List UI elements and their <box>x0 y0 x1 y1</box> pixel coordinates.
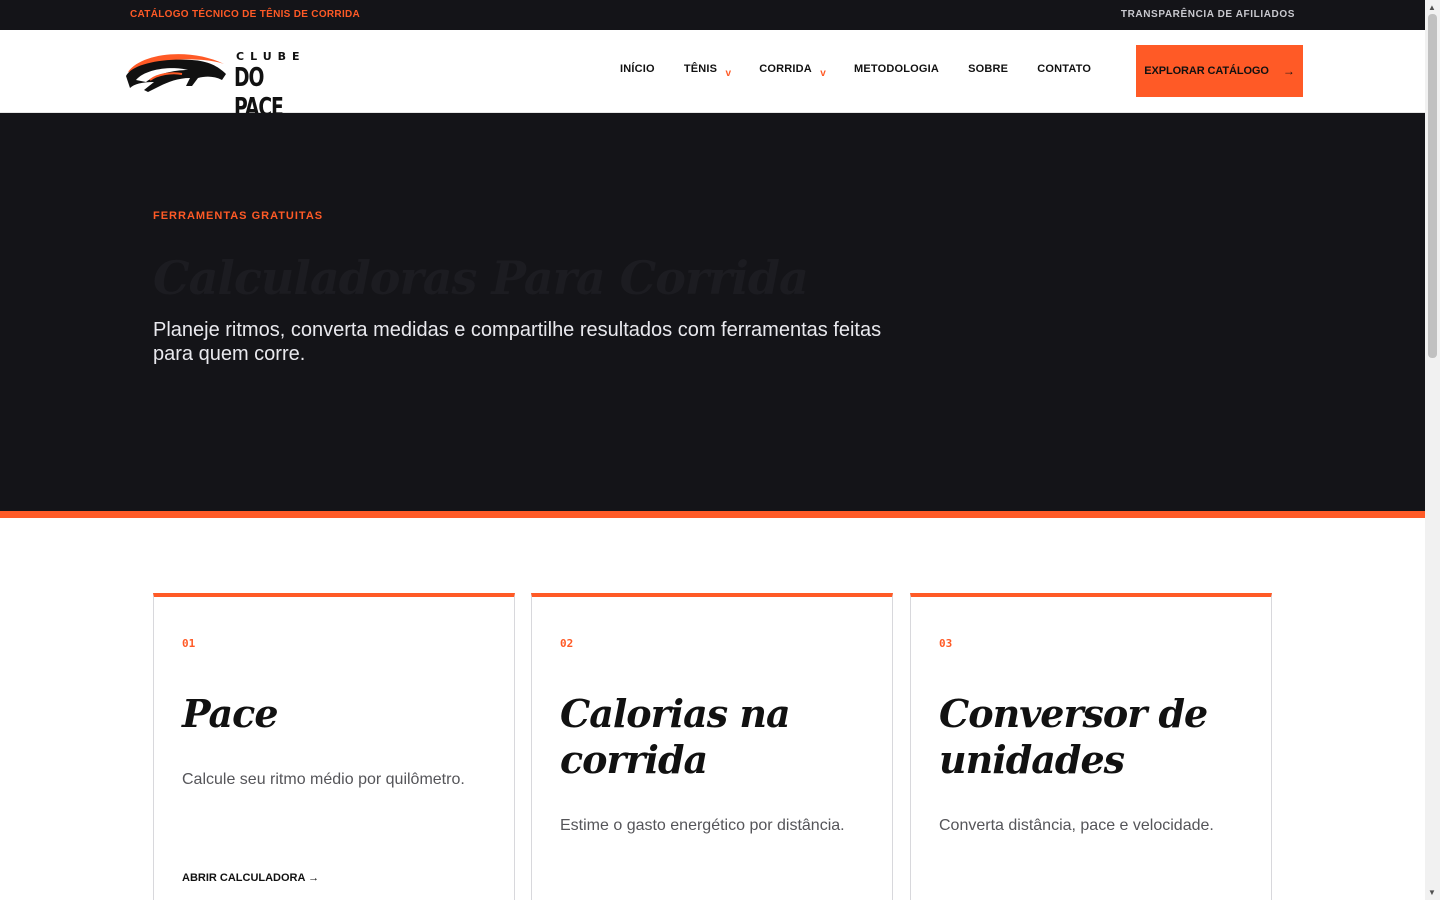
main-nav: INÍCIO TÊNIS v CORRIDA v METODOLOGIA SOBRE… <box>620 63 1120 79</box>
nav-label: METODOLOGIA <box>853 63 940 75</box>
card-number: 02 <box>560 637 574 650</box>
affiliate-transparency-link[interactable]: TRANSPARÊNCIA DE AFILIADOS <box>1121 9 1295 20</box>
running-panther-icon <box>126 54 226 92</box>
nav-label: INÍCIO <box>620 63 655 75</box>
scrollbar-thumb[interactable] <box>1428 14 1437 358</box>
site-logo[interactable]: CLUBE DO PACE <box>122 46 307 123</box>
nav-item-sobre[interactable]: SOBRE <box>968 63 1008 75</box>
card-description: Converta distância, pace e velocidade. <box>939 817 1214 834</box>
card-description: Calcule seu ritmo médio por quilômetro. <box>182 771 465 788</box>
card-number: 01 <box>182 637 196 650</box>
chevron-down-icon: v <box>725 68 732 79</box>
page-scrollbar[interactable]: ▲ ▼ <box>1425 0 1440 900</box>
tool-card-pace[interactable]: 01 Pace Calcule seu ritmo médio por quil… <box>153 593 515 900</box>
tool-card-calories[interactable]: 02 Calorias na corrida Estime o gasto en… <box>531 593 893 900</box>
nav-label: CORRIDA <box>759 63 812 75</box>
open-calculator-link[interactable]: ABRIR CALCULADORA → <box>182 872 319 884</box>
nav-item-inicio[interactable]: INÍCIO <box>620 63 655 75</box>
nav-label: SOBRE <box>968 63 1009 75</box>
card-title: Conversor de unidades <box>939 691 1208 782</box>
nav-item-corrida[interactable]: CORRIDA v <box>759 63 826 79</box>
nav-item-metodologia[interactable]: METODOLOGIA <box>854 63 939 75</box>
top-strip: CATÁLOGO TÉCNICO DE TÊNIS DE CORRIDA TRA… <box>0 0 1425 30</box>
card-number: 03 <box>939 637 953 650</box>
hero-accent-divider <box>0 511 1425 518</box>
catalog-tagline: CATÁLOGO TÉCNICO DE TÊNIS DE CORRIDA <box>130 9 361 20</box>
explore-catalog-button[interactable]: EXPLORAR CATÁLOGO → <box>1136 45 1303 97</box>
card-title: Pace <box>182 691 279 736</box>
hero-subtitle: Planeje ritmos, converta medidas e compa… <box>153 319 882 365</box>
nav-label: TÊNIS <box>683 63 718 75</box>
scroll-down-arrow-icon[interactable]: ▼ <box>1428 888 1436 897</box>
arrow-right-icon: → <box>1282 64 1295 78</box>
chevron-down-icon: v <box>820 68 826 79</box>
nav-item-contato[interactable]: CONTATO <box>1037 63 1091 75</box>
card-description: Estime o gasto energético por distância. <box>560 817 845 834</box>
nav-item-tenis[interactable]: TÊNIS v <box>683 63 731 79</box>
card-title: Calorias na corrida <box>560 691 791 782</box>
scroll-up-arrow-icon[interactable]: ▲ <box>1428 3 1436 12</box>
site-header: CLUBE DO PACE INÍCIO TÊNIS v CORRIDA v MET… <box>0 30 1425 123</box>
explore-catalog-label: EXPLORAR CATÁLOGO <box>1144 65 1269 77</box>
logo-wordmark-top: CLUBE <box>236 50 306 63</box>
hero-section: FERRAMENTAS GRATUITAS Calculadoras Para … <box>0 113 1425 511</box>
hero-eyebrow: FERRAMENTAS GRATUITAS <box>153 210 324 222</box>
tool-card-unit-converter[interactable]: 03 Conversor de unidades Converta distân… <box>910 593 1272 900</box>
page-title: Calculadoras Para Corrida <box>153 251 809 305</box>
nav-label: CONTATO <box>1037 63 1092 75</box>
